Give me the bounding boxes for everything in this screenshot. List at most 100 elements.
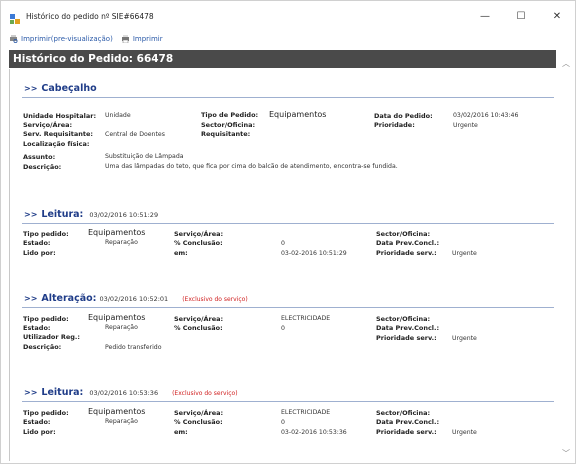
close-button[interactable]: ✕ <box>539 2 575 30</box>
section-arrow: >> <box>24 388 38 397</box>
data-prev-label: Data Prev.Concl.: <box>376 324 440 332</box>
conclusao-value: 0 <box>281 325 285 332</box>
section-divider <box>22 97 554 98</box>
section-name: Alteração: <box>41 293 97 304</box>
servico-area-label: Serviço/Área: <box>23 121 73 129</box>
estado-value: Reparação <box>105 239 138 246</box>
tipo-pedido-value: Equipamentos <box>88 407 146 416</box>
window-title: Histórico do pedido nº SIE#66478 <box>26 11 154 21</box>
descricao-value: Uma das lâmpadas do teto, que fica por c… <box>105 163 398 170</box>
maximize-button[interactable]: ☐ <box>503 2 539 30</box>
data-prev-label: Data Prev.Concl.: <box>376 418 440 426</box>
tipo-pedido-value: Equipamentos <box>88 228 146 237</box>
page-title: Histórico do Pedido: 66478 <box>9 50 556 68</box>
print-preview-button[interactable]: Imprimir(pre-visualização) <box>9 35 113 44</box>
prioridade-serv-value: Urgente <box>452 335 477 342</box>
serv-requisitante-label: Serv. Requisitante: <box>23 130 93 138</box>
prioridade-serv-label: Prioridade serv.: <box>376 334 437 342</box>
prioridade-serv-label: Prioridade serv.: <box>376 249 437 257</box>
section-divider <box>22 223 554 224</box>
assunto-value: Substituição de Lâmpada <box>105 153 184 160</box>
section-name: Leitura: <box>41 209 84 220</box>
sector-oficina-label: Sector/Oficina: <box>376 230 431 238</box>
servico-area-value: ELECTRICIDADE <box>281 409 331 416</box>
tipo-pedido-value: Equipamentos <box>269 110 327 119</box>
unidade-label: Unidade Hospitalar: <box>23 112 97 120</box>
lido-por-label: Lido por: <box>23 249 56 257</box>
serv-requisitante-value: Central de Doentes <box>105 131 165 138</box>
history-content: >> Cabeçalho Unidade Hospitalar: Unidade … <box>9 69 556 461</box>
utilizador-reg-label: Utilizador Reg.: <box>23 333 80 341</box>
printer-icon <box>121 35 130 44</box>
descricao-label: Descrição: <box>23 343 62 351</box>
servico-area-label: Serviço/Área: <box>174 409 224 417</box>
scroll-down-icon[interactable]: ﹀ <box>561 449 571 459</box>
lido-por-label: Lido por: <box>23 428 56 436</box>
descricao-value: Pedido transferido <box>105 344 162 351</box>
minimize-button[interactable]: — <box>467 2 503 30</box>
section-divider <box>22 307 554 308</box>
em-label: em: <box>174 249 188 257</box>
title-bar: Histórico do pedido nº SIE#66478 — ☐ ✕ <box>1 1 575 31</box>
servico-area-label: Serviço/Área: <box>174 315 224 323</box>
localizacao-label: Localização física: <box>23 140 90 148</box>
data-pedido-value: 03/02/2016 10:43:46 <box>453 112 519 119</box>
data-prev-label: Data Prev.Concl.: <box>376 239 440 247</box>
estado-value: Reparação <box>105 324 138 331</box>
print-preview-icon <box>9 35 18 44</box>
estado-value: Reparação <box>105 418 138 425</box>
prioridade-serv-value: Urgente <box>452 429 477 436</box>
toolbar: Imprimir(pre-visualização) Imprimir <box>1 31 575 47</box>
tipo-pedido-label: Tipo pedido: <box>23 315 69 323</box>
print-label: Imprimir <box>132 35 163 43</box>
section-cabecalho-title: >> Cabeçalho <box>24 83 97 94</box>
section-name: Leitura: <box>41 387 84 398</box>
tipo-pedido-label: Tipo pedido: <box>23 230 69 238</box>
section-alteracao-title: >> Alteração: 03/02/2016 10:52:01 (Exclusiv… <box>24 293 248 304</box>
print-button[interactable]: Imprimir <box>121 35 163 44</box>
conclusao-value: 0 <box>281 240 285 247</box>
servico-area-value: ELECTRICIDADE <box>281 315 331 322</box>
conclusao-value: 0 <box>281 419 285 426</box>
estado-label: Estado: <box>23 418 51 426</box>
descricao-label: Descrição: <box>23 163 62 171</box>
estado-label: Estado: <box>23 239 51 247</box>
section-arrow: >> <box>24 294 38 303</box>
section-name: Cabeçalho <box>41 83 97 94</box>
prioridade-label: Prioridade: <box>374 121 415 129</box>
tipo-pedido-value: Equipamentos <box>88 313 146 322</box>
history-window: Histórico do pedido nº SIE#66478 — ☐ ✕ I… <box>0 0 576 464</box>
section-timestamp: 03/02/2016 10:52:01 <box>99 295 169 303</box>
print-preview-label: Imprimir(pre-visualização) <box>21 35 113 43</box>
exclusive-note: (Exclusivo do serviço) <box>182 296 248 303</box>
em-value: 03-02-2016 10:51:29 <box>281 250 347 257</box>
em-value: 03-02-2016 10:53:36 <box>281 429 347 436</box>
section-arrow: >> <box>24 210 38 219</box>
tipo-pedido-label: Tipo pedido: <box>23 409 69 417</box>
assunto-label: Assunto: <box>23 153 56 161</box>
section-leitura-title: >> Leitura: 03/02/2016 10:51:29 <box>24 209 158 220</box>
sector-oficina-label: Sector/Oficina: <box>376 409 431 417</box>
section-leitura-title: >> Leitura: 03/02/2016 10:53:36 (Exclusivo … <box>24 387 238 398</box>
sector-oficina-label: Sector/Oficina: <box>376 315 431 323</box>
exclusive-note: (Exclusivo do serviço) <box>172 390 238 397</box>
servico-area-label: Serviço/Área: <box>174 230 224 238</box>
app-icon <box>9 10 21 24</box>
conclusao-label: % Conclusão: <box>174 239 223 247</box>
section-timestamp: 03/02/2016 10:53:36 <box>89 389 159 397</box>
estado-label: Estado: <box>23 324 51 332</box>
section-timestamp: 03/02/2016 10:51:29 <box>89 211 159 219</box>
vertical-scrollbar[interactable]: ︿ ﹀ <box>561 51 571 461</box>
em-label: em: <box>174 428 188 436</box>
sector-oficina-label: Sector/Oficina: <box>201 121 256 129</box>
data-pedido-label: Data do Pedido: <box>374 112 433 120</box>
prioridade-serv-label: Prioridade serv.: <box>376 428 437 436</box>
tipo-pedido-label: Tipo de Pedido: <box>201 111 259 119</box>
requisitante-label: Requisitante: <box>201 130 251 138</box>
section-arrow: >> <box>24 84 38 93</box>
conclusao-label: % Conclusão: <box>174 324 223 332</box>
section-divider <box>22 401 554 402</box>
scroll-up-icon[interactable]: ︿ <box>561 59 571 69</box>
unidade-value: Unidade <box>105 112 131 119</box>
prioridade-value: Urgente <box>453 122 478 129</box>
